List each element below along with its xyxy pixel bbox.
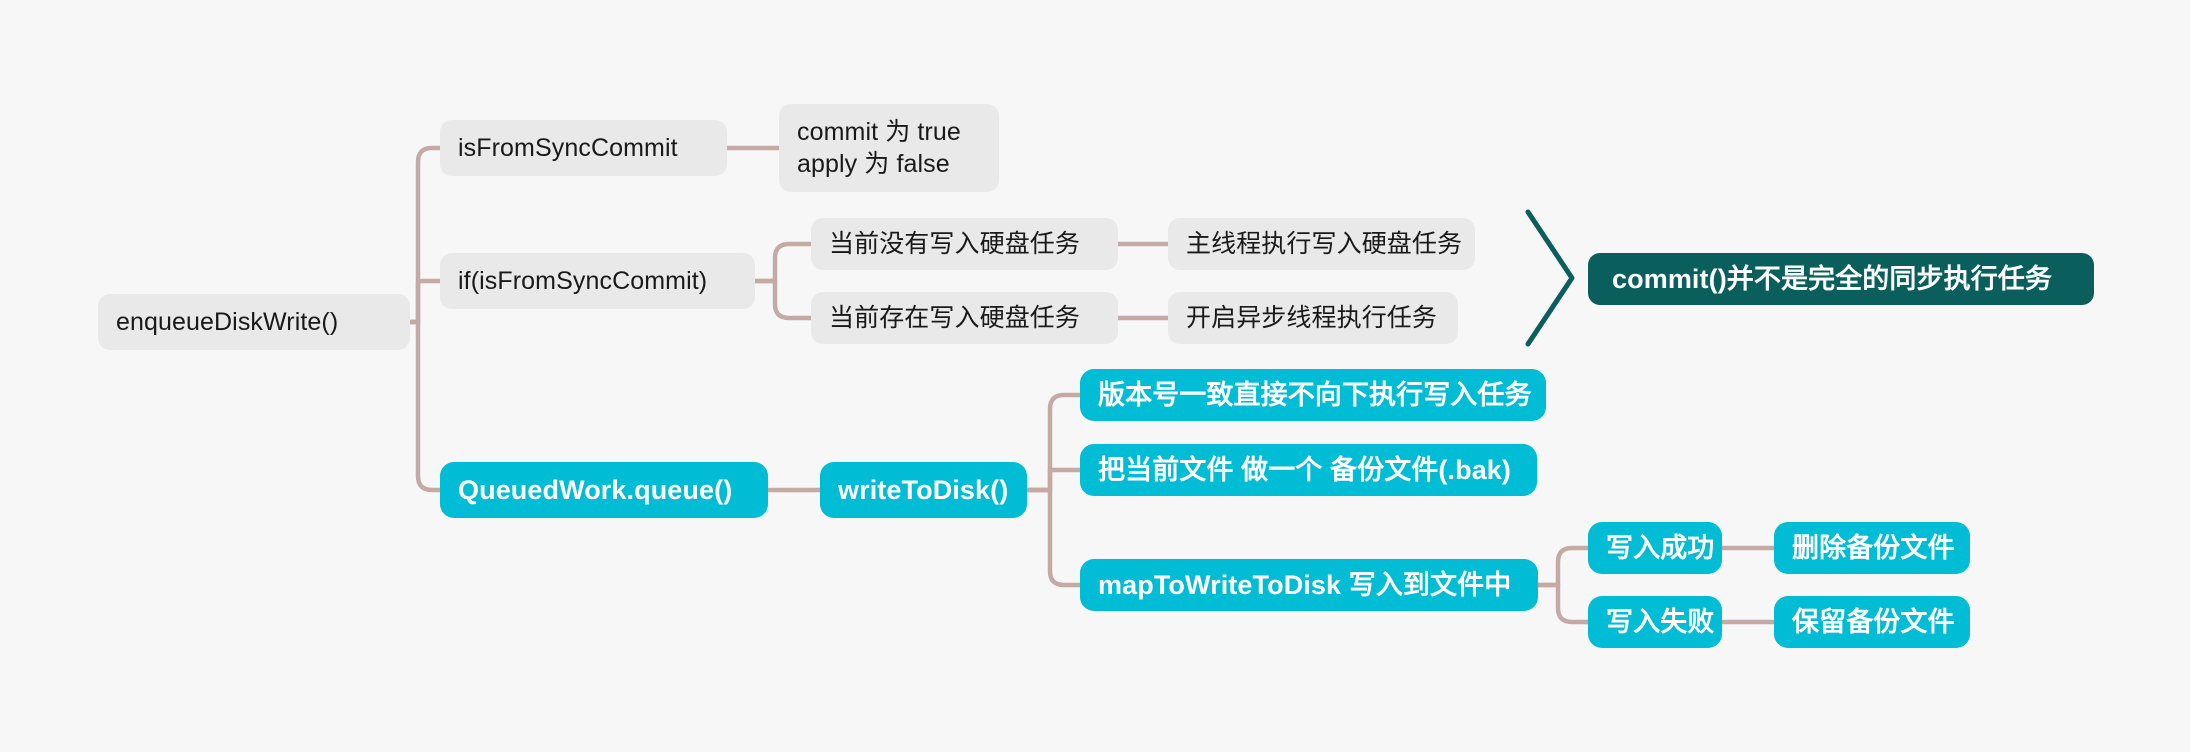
node-label: enqueueDiskWrite() <box>116 308 339 336</box>
node-start-async-thread[interactable]: 开启异步线程执行任务 <box>1168 292 1458 344</box>
node-has-pending-disk-task[interactable]: 当前存在写入硬盘任务 <box>811 292 1118 344</box>
node-keep-backup-file[interactable]: 保留备份文件 <box>1774 596 1970 648</box>
node-no-pending-disk-task[interactable]: 当前没有写入硬盘任务 <box>811 218 1118 270</box>
node-delete-backup-file[interactable]: 删除备份文件 <box>1774 522 1970 574</box>
node-commit-apply-flags[interactable]: commit 为 true apply 为 false <box>779 104 999 192</box>
edge-maptowrite-to-failure <box>1535 582 1591 625</box>
node-make-backup-file[interactable]: 把当前文件 做一个 备份文件(.bak) <box>1080 444 1537 496</box>
node-label: 当前存在写入硬盘任务 <box>829 304 1081 332</box>
node-root-enqueue-disk-write[interactable]: enqueueDiskWrite() <box>98 294 410 350</box>
node-label: commit()并不是完全的同步执行任务 <box>1612 263 2052 294</box>
edge-if-trunk-to-no-pending <box>752 241 814 284</box>
edge-maptowrite-to-success <box>1535 545 1591 588</box>
node-label: 写入成功 <box>1606 532 1715 563</box>
node-label: 写入失败 <box>1606 606 1715 637</box>
node-if-is-from-sync-commit[interactable]: if(isFromSyncCommit) <box>440 253 755 309</box>
node-queued-work-queue[interactable]: QueuedWork.queue() <box>440 462 768 518</box>
node-label-line-2: apply 为 false <box>797 150 950 178</box>
node-write-failure[interactable]: 写入失败 <box>1588 596 1722 648</box>
node-conclusion-commit-not-fully-sync[interactable]: commit()并不是完全的同步执行任务 <box>1588 253 2094 305</box>
node-label: 删除备份文件 <box>1792 532 1955 563</box>
edge-if-trunk-to-has-pending <box>752 278 814 321</box>
node-label: 开启异步线程执行任务 <box>1186 304 1438 332</box>
node-label: QueuedWork.queue() <box>458 474 733 505</box>
node-label: if(isFromSyncCommit) <box>458 267 708 295</box>
node-is-from-sync-commit[interactable]: isFromSyncCommit <box>440 120 727 176</box>
node-label: isFromSyncCommit <box>458 134 678 162</box>
node-label: 把当前文件 做一个 备份文件(.bak) <box>1098 454 1512 485</box>
node-write-to-disk[interactable]: writeToDisk() <box>820 462 1027 518</box>
node-main-thread-executes[interactable]: 主线程执行写入硬盘任务 <box>1168 218 1475 270</box>
edge-root-to-if-isfromsynccommit <box>407 278 443 325</box>
node-label: 主线程执行写入硬盘任务 <box>1186 230 1463 258</box>
edge-root-to-isfromsynccommit <box>407 145 443 325</box>
node-version-match-skip-write[interactable]: 版本号一致直接不向下执行写入任务 <box>1080 369 1546 421</box>
node-label: 版本号一致直接不向下执行写入任务 <box>1098 379 1532 410</box>
node-label: 当前没有写入硬盘任务 <box>829 230 1081 258</box>
node-map-to-write-to-disk[interactable]: mapToWriteToDisk 写入到文件中 <box>1080 559 1538 611</box>
node-label: mapToWriteToDisk 写入到文件中 <box>1098 569 1512 600</box>
mindmap-canvas: enqueueDiskWrite() isFromSyncCommit comm… <box>0 0 2190 752</box>
chevron-bracket-icon <box>1525 209 1575 347</box>
edge-root-to-queuedwork <box>407 319 443 493</box>
edge-writetodisk-to-backup <box>1024 467 1083 493</box>
node-label: writeToDisk() <box>838 474 1009 505</box>
edge-writetodisk-to-version <box>1024 392 1083 493</box>
node-label-line-1: commit 为 true <box>797 118 961 146</box>
node-label: 保留备份文件 <box>1792 606 1955 637</box>
edge-writetodisk-to-maptowrite <box>1024 487 1083 588</box>
node-write-success[interactable]: 写入成功 <box>1588 522 1722 574</box>
